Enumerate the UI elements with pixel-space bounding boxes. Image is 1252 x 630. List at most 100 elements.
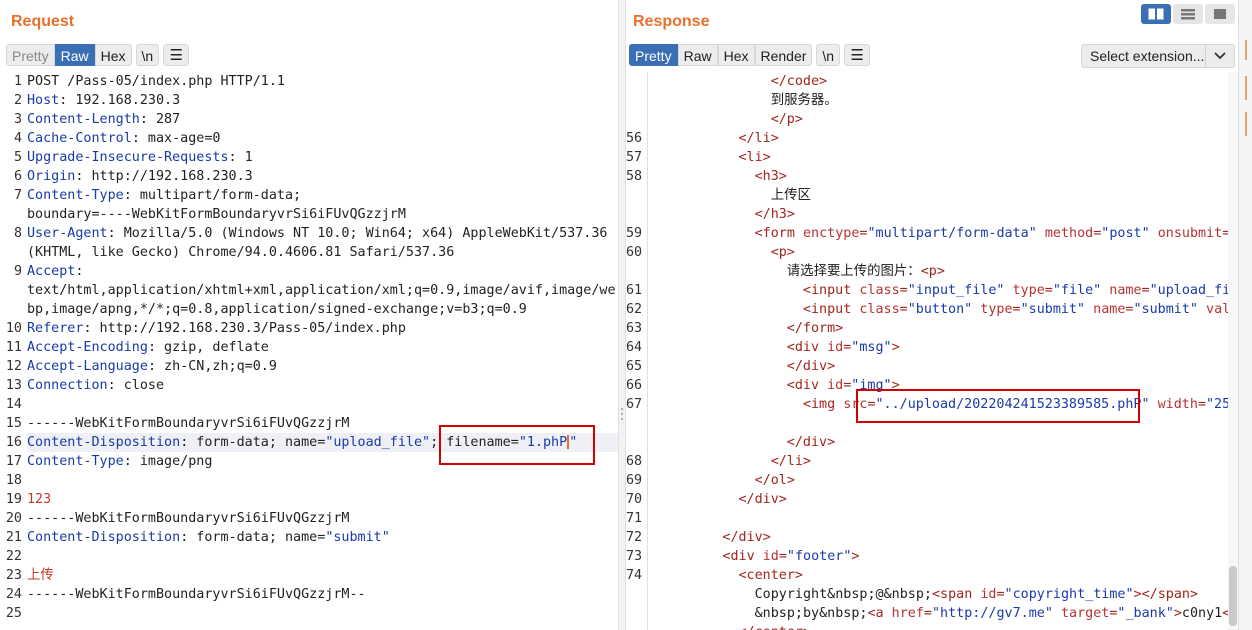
line-text: : gzip, deflate (147, 340, 269, 355)
html-tag: <h3> (754, 169, 787, 184)
html-tag: <a (867, 606, 892, 621)
line-number: 1 (13, 74, 22, 89)
request-line: Content-Type: image/png (27, 452, 618, 471)
select-extension-label: Select extension... (1090, 48, 1205, 64)
line-number: 7 (13, 188, 22, 203)
response-pane: Response Pretty Raw Hex Render \n ☰ 56 57… (626, 0, 1238, 630)
request-line: Accept-Encoding: gzip, deflate (27, 338, 618, 357)
response-tab-pretty[interactable]: Pretty (629, 44, 678, 66)
request-line: text/html,application/xhtml+xml,applicat… (27, 281, 618, 300)
line-text: : 287 (139, 112, 181, 127)
request-newline-toggle[interactable]: \n (135, 44, 160, 66)
html-tag: </div> (786, 359, 836, 374)
text-node: 到服务器。 (770, 93, 838, 108)
line-text: ------WebKitFormBoundaryvrSi6iFUvQGzzjrM… (27, 587, 366, 602)
inspector-side-strip[interactable] (1238, 0, 1252, 630)
request-menu-button[interactable]: ☰ (163, 44, 190, 66)
attribute-value: "post" (1101, 226, 1150, 241)
response-line: <div id="img"> (648, 376, 1238, 395)
header-name: Upgrade-Insecure-Requests (27, 150, 229, 165)
attribute-value: "../upload/202204241523389585.phP" (875, 397, 1150, 412)
line-number: 20 (5, 511, 22, 526)
line-number: 22 (5, 549, 22, 564)
body-value: 123 (27, 492, 52, 507)
html-tag: > (851, 549, 860, 564)
response-menu-button[interactable]: ☰ (844, 44, 871, 66)
html-attribute: onsubmit (1157, 226, 1223, 241)
select-extension-dropdown[interactable]: Select extension... (1081, 44, 1235, 68)
response-scrollbar[interactable] (1228, 72, 1238, 630)
request-line: boundary=----WebKitFormBoundaryvrSi6iFUv… (27, 205, 618, 224)
header-name: Content-Type (27, 454, 124, 469)
line-text: (KHTML, like Gecko) Chrome/94.0.4606.81 … (27, 245, 455, 260)
html-tag: ></span> (1133, 587, 1199, 602)
hamburger-icon: ☰ (169, 47, 183, 64)
response-tab-hex[interactable]: Hex (717, 44, 755, 66)
text-node: 上传区 (770, 188, 811, 203)
line-text: boundary=----WebKitFormBoundaryvrSi6iFUv… (27, 207, 406, 222)
html-tag (1053, 606, 1061, 621)
string-value: "upload_file" (325, 435, 431, 450)
line-text: : 1 (228, 150, 253, 165)
header-name: User-Agent (27, 226, 108, 241)
request-tab-pretty[interactable]: Pretty (6, 44, 55, 66)
response-line: </div> (648, 357, 1238, 376)
line-number: 65 (626, 359, 643, 374)
response-editor[interactable]: </code> 到服务器。 </p> </li> <li> <h3> 上传区 </h3> <fo… (648, 72, 1238, 630)
html-tag: <img (802, 397, 844, 412)
pane-divider[interactable] (618, 0, 626, 630)
request-line: Content-Type: multipart/form-data; (27, 186, 618, 205)
html-tag: = (996, 587, 1005, 602)
request-line (27, 395, 618, 414)
request-editor[interactable]: 1 POST /Pass-05/index.php HTTP/1.1 2 Host: … (0, 72, 618, 630)
response-tab-render[interactable]: Render (754, 44, 813, 66)
html-attribute: src (843, 397, 868, 412)
header-name: Host (27, 93, 60, 108)
request-line (27, 604, 618, 623)
response-line: </h3> (648, 205, 1238, 224)
response-line: <form enctype="multipart/form-data" meth… (648, 224, 1238, 243)
request-line: 123 (27, 490, 618, 509)
text-node: 请选择要上传的图片： (786, 264, 921, 279)
line-number: 66 (626, 378, 643, 393)
request-line: Host: 192.168.230.3 (27, 91, 618, 110)
response-line: <h3> (648, 167, 1238, 186)
line-text: : http://192.168.230.3 (75, 169, 253, 184)
line-number: 72 (626, 530, 643, 545)
html-tag: > (1173, 606, 1182, 621)
attribute-value: "msg" (851, 340, 892, 355)
html-attribute: name (1109, 283, 1142, 298)
line-number: 13 (5, 378, 22, 393)
html-tag (1085, 302, 1093, 317)
line-number: 11 (5, 340, 22, 355)
line-number: 57 (626, 150, 643, 165)
request-tab-hex[interactable]: Hex (94, 44, 132, 66)
request-line: Content-Disposition: form-data; name="up… (27, 433, 618, 452)
response-tab-raw[interactable]: Raw (677, 44, 718, 66)
html-tag: = (923, 606, 932, 621)
response-newline-toggle[interactable]: \n (816, 44, 841, 66)
line-text: : 192.168.230.3 (59, 93, 181, 108)
line-number: 56 (626, 131, 643, 146)
layout-side-by-side-button[interactable] (1141, 4, 1171, 24)
response-line: 到服务器。 (648, 91, 1238, 110)
html-tag: </li> (738, 131, 779, 146)
attribute-value: "copyright_time" (1004, 587, 1134, 602)
layout-tabs-button[interactable] (1205, 4, 1235, 24)
line-text: ------WebKitFormBoundaryvrSi6iFUvQGzzjrM (27, 511, 350, 526)
line-number: 60 (626, 245, 643, 260)
line-number: 73 (626, 549, 643, 564)
html-tag (1150, 397, 1158, 412)
line-number: 24 (5, 587, 22, 602)
body-value: 上传 (27, 568, 54, 583)
line-number: 58 (626, 169, 643, 184)
hamburger-icon: ☰ (850, 47, 864, 64)
line-number: 18 (5, 473, 22, 488)
html-tag: </div> (738, 492, 787, 507)
layout-stacked-button[interactable] (1173, 4, 1203, 24)
request-tab-raw[interactable]: Raw (54, 44, 95, 66)
request-line: Referer: http://192.168.230.3/Pass-05/in… (27, 319, 618, 338)
response-scrollbar-thumb[interactable] (1229, 566, 1237, 626)
html-tag: </p> (770, 112, 803, 127)
attribute-value: "submit" (1020, 302, 1086, 317)
